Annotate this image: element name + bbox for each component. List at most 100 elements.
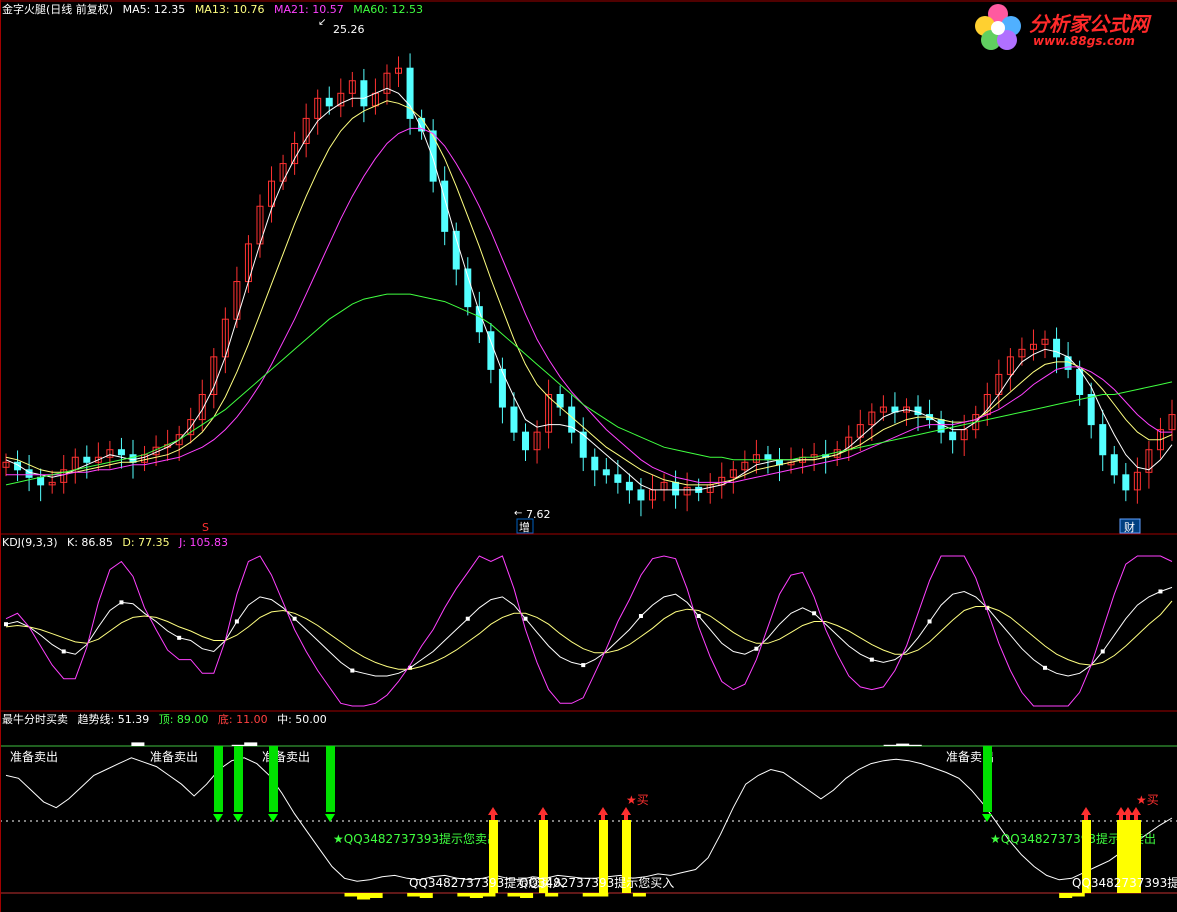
- candle-body: [625, 481, 633, 491]
- legend-kdj-title[interactable]: KDJ(9,3,3): [2, 536, 58, 549]
- candle-body: [37, 476, 45, 486]
- sell-bar: [234, 746, 243, 812]
- legend-trend: 趋势线: 51.39: [77, 713, 150, 726]
- bottom-zone-fill: [507, 893, 521, 897]
- k-dot: [61, 649, 66, 654]
- bottom-zone-fill: [1059, 893, 1073, 898]
- k-dot: [1043, 665, 1048, 670]
- price-legend: 金字火腿(日线 前复权) MA5: 12.35 MA13: 10.76 MA21…: [2, 3, 429, 17]
- candle-body: [1053, 338, 1061, 358]
- k-dot: [350, 668, 355, 673]
- candle-body: [129, 454, 137, 463]
- legend-k: K: 86.85: [67, 536, 113, 549]
- low-arrow: ←: [514, 508, 522, 519]
- candle-body: [83, 456, 91, 463]
- candle-body: [1110, 454, 1118, 476]
- bottom-zone-fill: [407, 893, 421, 897]
- sell-hint-label: ★QQ3482737393提示您卖出: [333, 831, 499, 846]
- legend-ma60: MA60: 12.53: [353, 3, 423, 16]
- k-dot: [581, 663, 586, 668]
- candle-body: [510, 406, 518, 433]
- legend-ma5: MA5: 12.35: [122, 3, 186, 16]
- top-zone-fill: [908, 744, 922, 746]
- legend-ma21: MA21: 10.57: [274, 3, 344, 16]
- k-dot: [696, 614, 701, 618]
- candle-body: [325, 97, 333, 107]
- candle-body: [429, 130, 437, 182]
- site-logo: 分析家公式网 www.88gs.com: [971, 2, 1171, 52]
- candle-body: [637, 489, 645, 501]
- signal-legend: 最牛分时买卖 趋势线: 51.39 顶: 89.00 底: 11.00 中: 5…: [2, 713, 333, 727]
- marker-s[interactable]: S: [202, 521, 209, 534]
- bottom-zone-fill: [595, 893, 609, 897]
- buy-mark-label: ★买: [626, 793, 649, 807]
- k-dot: [177, 635, 182, 640]
- bottom-zone-fill: [469, 893, 483, 898]
- bottom-zone-fill: [582, 893, 596, 897]
- legend-mid: 中: 50.00: [277, 713, 327, 726]
- top-zone-fill: [896, 743, 910, 746]
- high-arrow: ↙: [318, 17, 326, 28]
- candle-body: [764, 454, 772, 461]
- top-zone-fill: [231, 744, 245, 746]
- k-dot: [1158, 589, 1163, 594]
- k-dot: [292, 616, 297, 621]
- sell-ready-label: 准备卖出: [10, 750, 58, 764]
- candle-body: [452, 230, 460, 270]
- logo-url: www.88gs.com: [1033, 34, 1135, 48]
- k-dot: [927, 619, 932, 624]
- legend-stock-name[interactable]: 金字火腿(日线 前复权): [2, 3, 113, 16]
- k-dot: [4, 622, 8, 627]
- candle-body: [117, 449, 125, 456]
- sell-bar: [983, 746, 992, 812]
- chart-stage: 准备卖出 准备卖出 准备卖出 准备卖出★QQ3482737393提示您卖出 ★QQ348…: [0, 0, 1177, 912]
- sell-ready-label: 准备卖出: [150, 750, 198, 764]
- k-dot: [869, 657, 874, 662]
- top-zone-fill: [244, 742, 258, 746]
- sell-bar: [326, 746, 335, 812]
- k-dot: [119, 600, 124, 605]
- candle-body: [591, 456, 599, 471]
- legend-d: D: 77.35: [122, 536, 170, 549]
- bottom-zone-fill: [520, 893, 534, 898]
- candle-body: [614, 474, 622, 483]
- k-dot: [465, 616, 470, 621]
- sell-bar: [214, 746, 223, 812]
- logo-title: 分析家公式网: [1029, 12, 1149, 36]
- bottom-zone-fill: [545, 893, 559, 897]
- candle-body: [498, 368, 506, 408]
- bottom-zone-fill: [357, 893, 371, 900]
- legend-bottom: 底: 11.00: [217, 713, 268, 726]
- k-dot: [754, 646, 759, 651]
- high-price-label: 25.26: [333, 23, 365, 36]
- candle-body: [949, 431, 957, 441]
- legend-j: J: 105.83: [179, 536, 229, 549]
- candle-body: [360, 80, 368, 107]
- k-dot: [523, 616, 528, 621]
- bottom-zone-fill: [482, 893, 496, 897]
- candle-body: [464, 268, 472, 308]
- bottom-zone-fill: [1071, 893, 1085, 897]
- candle-body: [602, 469, 610, 476]
- legend-signal-title[interactable]: 最牛分时买卖: [2, 713, 68, 726]
- candle-body: [1087, 394, 1095, 426]
- legend-top: 顶: 89.00: [158, 713, 209, 726]
- top-zone-fill: [131, 742, 145, 746]
- top-zone-fill: [883, 744, 897, 746]
- marker-caibao[interactable]: 财: [1124, 520, 1135, 534]
- marker-zeng[interactable]: 增: [519, 520, 530, 534]
- buy-hint-label: QQ3482737393提示您买入: [519, 875, 674, 890]
- buy-hint-label: QQ3482737393提示您买入: [1072, 875, 1177, 890]
- candle-body: [672, 481, 680, 496]
- legend-ma13: MA13: 10.76: [194, 3, 265, 16]
- candle-body: [1122, 474, 1130, 491]
- k-dot: [234, 619, 239, 624]
- flower-icon: [975, 4, 1021, 50]
- bottom-zone-fill: [632, 893, 646, 897]
- candle-body: [522, 431, 530, 451]
- bottom-zone-fill: [369, 893, 383, 898]
- kdj-legend: KDJ(9,3,3) K: 86.85 D: 77.35 J: 105.83: [2, 536, 234, 550]
- k-dot: [1100, 649, 1105, 654]
- bottom-zone-fill: [419, 893, 433, 898]
- buy-mark-label: ★买: [1136, 793, 1159, 807]
